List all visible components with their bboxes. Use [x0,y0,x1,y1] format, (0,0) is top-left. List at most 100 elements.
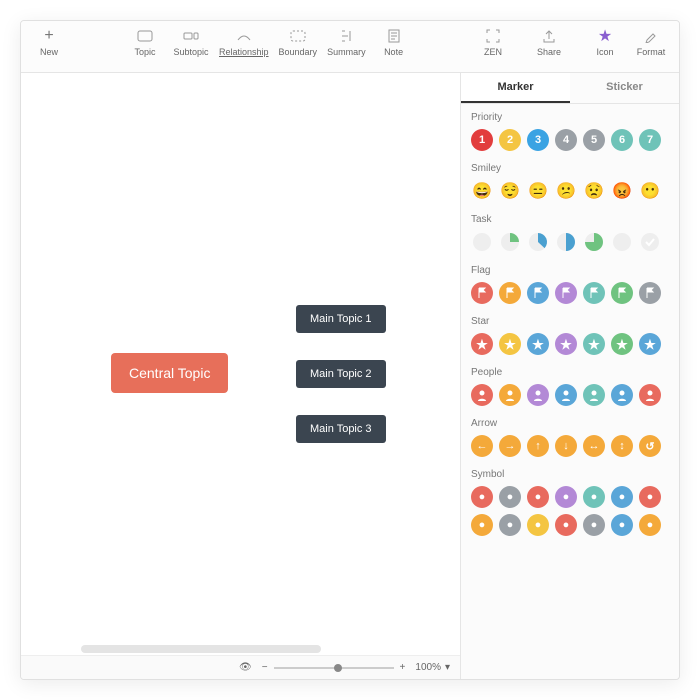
flag-marker[interactable] [555,282,577,304]
flag-marker[interactable] [611,282,633,304]
smiley-marker[interactable]: 😟 [583,180,605,202]
symbol-marker[interactable]: ● [639,486,661,508]
people-marker[interactable] [583,384,605,406]
smiley-marker[interactable]: 😡 [611,180,633,202]
flag-marker[interactable] [527,282,549,304]
note-button[interactable]: Note [376,27,412,57]
flag-marker[interactable] [471,282,493,304]
topic-node[interactable]: Main Topic 3 [296,415,386,443]
symbol-marker[interactable]: ● [583,514,605,536]
boundary-icon [289,27,307,45]
symbol-marker[interactable]: ● [471,514,493,536]
canvas[interactable]: Central Topic Main Topic 1 Main Topic 2 … [21,73,461,679]
task-marker[interactable] [555,231,577,253]
section-star: Star ★★★★★★★ [461,308,679,359]
arrow-marker[interactable]: ↔ [583,435,605,457]
symbol-marker[interactable]: ● [583,486,605,508]
chevron-down-icon[interactable]: ▾ [445,662,450,673]
priority-marker[interactable]: 6 [611,129,633,151]
symbol-marker[interactable]: ● [471,486,493,508]
task-marker[interactable] [639,231,661,253]
task-marker[interactable] [583,231,605,253]
star-marker[interactable]: ★ [471,333,493,355]
star-filled-icon: ★ [596,27,614,45]
central-topic[interactable]: Central Topic [111,353,228,393]
tab-marker[interactable]: Marker [461,73,570,103]
people-marker[interactable] [555,384,577,406]
topic-node[interactable]: Main Topic 1 [296,305,386,333]
topic-icon [136,27,154,45]
zen-button[interactable]: ZEN [475,27,511,57]
format-button[interactable]: Format [633,27,669,57]
symbol-marker[interactable]: ● [527,514,549,536]
symbol-marker[interactable]: ● [639,514,661,536]
task-marker[interactable] [499,231,521,253]
flag-marker[interactable] [583,282,605,304]
zen-icon [484,27,502,45]
sidebar: Marker Sticker Priority 1234567 Smiley 😄… [461,73,679,679]
people-marker[interactable] [527,384,549,406]
smiley-marker[interactable]: 😶 [639,180,661,202]
summary-icon [337,27,355,45]
task-marker[interactable] [611,231,633,253]
share-button[interactable]: Share [531,27,567,57]
people-marker[interactable] [639,384,661,406]
people-marker[interactable] [471,384,493,406]
relationship-icon [235,27,253,45]
symbol-marker[interactable]: ● [555,486,577,508]
symbol-marker[interactable]: ● [499,514,521,536]
new-button[interactable]: + New [31,27,67,57]
priority-marker[interactable]: 5 [583,129,605,151]
task-marker[interactable] [527,231,549,253]
relationship-button[interactable]: Relationship [219,27,269,57]
horizontal-scrollbar[interactable] [81,645,321,653]
subtopic-button[interactable]: Subtopic [173,27,209,57]
topic-button[interactable]: Topic [127,27,163,57]
zoom-slider[interactable] [274,667,394,669]
symbol-marker[interactable]: ● [527,486,549,508]
priority-marker[interactable]: 2 [499,129,521,151]
flag-marker[interactable] [639,282,661,304]
star-marker[interactable]: ★ [583,333,605,355]
symbol-marker[interactable]: ● [611,514,633,536]
smiley-marker[interactable]: 😑 [527,180,549,202]
zoom-out-button[interactable]: − [262,662,268,673]
boundary-button[interactable]: Boundary [279,27,318,57]
smiley-marker[interactable]: 😄 [471,180,493,202]
star-marker[interactable]: ★ [527,333,549,355]
star-marker[interactable]: ★ [555,333,577,355]
plus-icon: + [40,27,58,45]
icon-panel-button[interactable]: ★ Icon [587,27,623,57]
arrow-marker[interactable]: ↑ [527,435,549,457]
arrow-marker[interactable]: ← [471,435,493,457]
arrow-marker[interactable]: ↓ [555,435,577,457]
flag-marker[interactable] [499,282,521,304]
arrow-marker[interactable]: → [499,435,521,457]
zoom-in-button[interactable]: + [400,662,406,673]
people-marker[interactable] [499,384,521,406]
smiley-marker[interactable]: 😌 [499,180,521,202]
topic-node[interactable]: Main Topic 2 [296,360,386,388]
task-marker[interactable] [471,231,493,253]
symbol-marker[interactable]: ● [555,514,577,536]
summary-button[interactable]: Summary [327,27,366,57]
priority-marker[interactable]: 3 [527,129,549,151]
priority-marker[interactable]: 4 [555,129,577,151]
arrow-marker[interactable]: ↺ [639,435,661,457]
star-marker[interactable]: ★ [611,333,633,355]
tab-sticker[interactable]: Sticker [570,73,679,103]
symbol-marker[interactable]: ● [611,486,633,508]
subtopic-icon [182,27,200,45]
symbol-marker[interactable]: ● [499,486,521,508]
section-priority: Priority 1234567 [461,104,679,155]
arrow-marker[interactable]: ↕ [611,435,633,457]
eye-icon[interactable]: 👁 [239,662,252,673]
star-marker[interactable]: ★ [499,333,521,355]
share-icon [540,27,558,45]
priority-marker[interactable]: 7 [639,129,661,151]
priority-marker[interactable]: 1 [471,129,493,151]
section-people: People [461,359,679,410]
smiley-marker[interactable]: 😕 [555,180,577,202]
people-marker[interactable] [611,384,633,406]
star-marker[interactable]: ★ [639,333,661,355]
